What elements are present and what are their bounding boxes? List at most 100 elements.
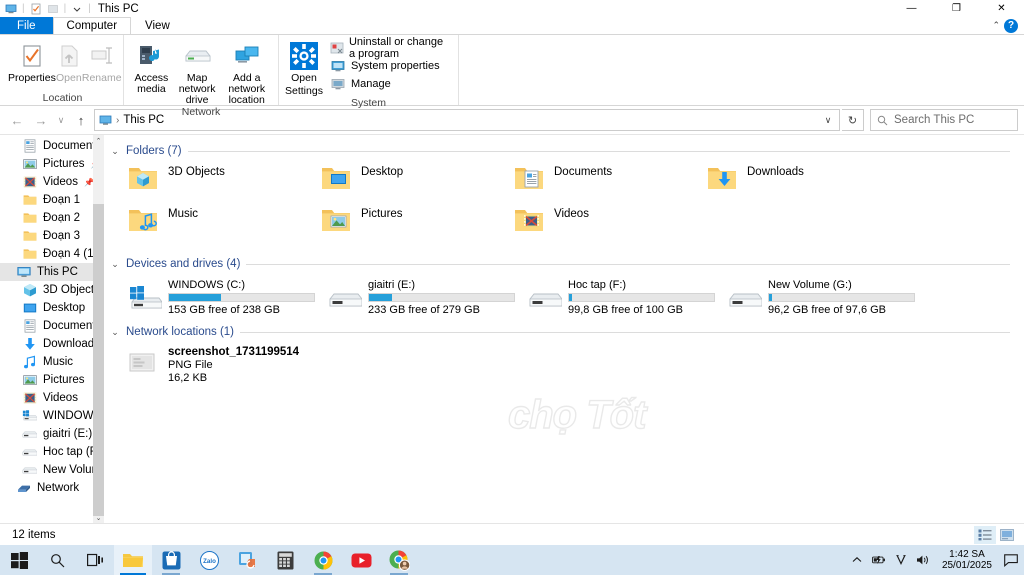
- network-location-item[interactable]: screenshot_1731199514 PNG File 16,2 KB: [128, 346, 388, 384]
- show-hidden-icons-button[interactable]: [850, 556, 864, 564]
- folder-tile[interactable]: 3D Objects: [128, 165, 321, 207]
- sidebar-item-o-n-2[interactable]: Đoạn 2: [0, 209, 104, 227]
- refresh-button[interactable]: ↻: [842, 109, 864, 131]
- action-center-icon[interactable]: [1004, 553, 1018, 567]
- sidebar-item-pictures[interactable]: Pictures: [0, 371, 104, 389]
- sidebar-item-desktop[interactable]: Desktop: [0, 299, 104, 317]
- volume-icon[interactable]: [916, 554, 930, 566]
- calculator-button[interactable]: [266, 545, 304, 575]
- properties-icon[interactable]: [29, 2, 43, 16]
- breadcrumb-separator: ›: [116, 114, 120, 126]
- sidebar-item-music[interactable]: Music: [0, 353, 104, 371]
- sidebar-item-downloads[interactable]: Downloads: [0, 335, 104, 353]
- open-settings-button[interactable]: Open Settings: [285, 39, 323, 97]
- group-header-network-locations[interactable]: ⌄ Network locations (1): [104, 322, 1024, 342]
- scrollbar-track[interactable]: [93, 146, 104, 516]
- drive-name: New Volume (G:): [768, 279, 852, 291]
- group-rule: [246, 263, 1010, 265]
- search-input[interactable]: Search This PC: [894, 114, 974, 126]
- drive-tile[interactable]: WINDOWS (C:) 153 GB free of 238 GB: [128, 278, 328, 320]
- ribbon-group-system-title: System: [350, 97, 386, 109]
- group-header-devices[interactable]: ⌄ Devices and drives (4): [104, 254, 1024, 274]
- folder-tile[interactable]: Music: [128, 207, 321, 249]
- help-icon[interactable]: ?: [1004, 18, 1018, 33]
- new-folder-icon[interactable]: [46, 2, 60, 16]
- sidebar-item-this-pc[interactable]: This PC: [0, 263, 104, 281]
- folder-tile[interactable]: Videos: [514, 207, 707, 249]
- search-box[interactable]: Search This PC: [870, 109, 1018, 131]
- group-header-folders[interactable]: ⌄ Folders (7): [104, 141, 1024, 161]
- chevron-down-icon[interactable]: ⌄: [110, 327, 120, 338]
- microsoft-store-button[interactable]: [152, 545, 190, 575]
- folder-tile[interactable]: Documents: [514, 165, 707, 207]
- qat-separator-2: |: [63, 3, 67, 14]
- customize-dropdown-icon[interactable]: [70, 2, 84, 16]
- system-properties-button[interactable]: System properties: [327, 57, 452, 74]
- start-button[interactable]: [0, 545, 38, 575]
- chevron-down-icon[interactable]: ⌄: [110, 259, 120, 270]
- drive-tile[interactable]: Hoc tap (F:) 99,8 GB free of 100 GB: [528, 278, 728, 320]
- file-explorer-button[interactable]: [114, 545, 152, 575]
- sidebar-item-3d-objects[interactable]: 3D Objects: [0, 281, 104, 299]
- zalo-button[interactable]: Zalo: [190, 545, 228, 575]
- navigation-scrollbar[interactable]: ⌃ ⌄: [93, 135, 104, 523]
- add-network-location-button[interactable]: Add a network location: [221, 39, 272, 106]
- folder-tile[interactable]: Downloads: [707, 165, 900, 207]
- sidebar-item-pictures[interactable]: Pictures📌: [0, 155, 104, 173]
- search-button[interactable]: [38, 545, 76, 575]
- close-button[interactable]: ✕: [979, 0, 1024, 17]
- sidebar-item-o-n-4-1[interactable]: Đoạn 4 (1): [0, 245, 104, 263]
- sidebar-item-new-volume-g[interactable]: New Volume (G:: [0, 461, 104, 479]
- network-location-name: screenshot_1731199514: [168, 346, 300, 358]
- sidebar-item-giaitri-e[interactable]: giaitri (E:): [0, 425, 104, 443]
- folder-tile[interactable]: Pictures: [321, 207, 514, 249]
- large-icons-view-icon[interactable]: [996, 526, 1018, 544]
- map-network-drive-button[interactable]: Map network drive: [173, 39, 222, 106]
- chrome-button[interactable]: [304, 545, 342, 575]
- battery-icon[interactable]: [872, 555, 886, 565]
- folder-music-icon: [128, 207, 160, 239]
- tab-view[interactable]: View: [131, 17, 184, 34]
- sidebar-item-windows-c[interactable]: WINDOWS (C:): [0, 407, 104, 425]
- task-view-button[interactable]: [76, 545, 114, 575]
- scrollbar-thumb[interactable]: [93, 204, 104, 516]
- clock[interactable]: 1:42 SA 25/01/2025: [938, 549, 996, 571]
- drive-tile[interactable]: giaitri (E:) 233 GB free of 279 GB: [328, 278, 528, 320]
- scroll-up-arrow[interactable]: ⌃: [93, 135, 104, 146]
- sidebar-item-documents[interactable]: Documents: [0, 317, 104, 335]
- sidebar-item-hoc-tap-f[interactable]: Hoc tap (F:): [0, 443, 104, 461]
- details-view-icon[interactable]: [974, 525, 996, 544]
- sidebar-item-videos[interactable]: Videos: [0, 389, 104, 407]
- thispc-icon[interactable]: [4, 2, 18, 16]
- drive-tile[interactable]: New Volume (G:) 96,2 GB free of 97,6 GB: [728, 278, 928, 320]
- youtube-button[interactable]: [342, 545, 380, 575]
- chevron-down-icon[interactable]: ⌄: [110, 146, 120, 157]
- back-button[interactable]: ←: [6, 109, 28, 131]
- collapse-ribbon-icon[interactable]: ⌃: [992, 20, 1000, 31]
- tab-computer[interactable]: Computer: [52, 17, 132, 34]
- qat-separator: |: [22, 3, 25, 14]
- recent-locations-button[interactable]: ∨: [54, 109, 68, 131]
- uninstall-program-button[interactable]: Uninstall or change a program: [327, 36, 452, 60]
- up-button[interactable]: ↑: [70, 109, 92, 131]
- access-media-button[interactable]: Access media: [130, 39, 173, 95]
- drive-name: giaitri (E:): [368, 279, 416, 291]
- properties-button[interactable]: Properties: [8, 39, 56, 84]
- minimize-button[interactable]: —: [889, 0, 934, 17]
- drive-usage-bar: [368, 293, 515, 302]
- sidebar-item-documents[interactable]: Documents📌: [0, 137, 104, 155]
- manage-button[interactable]: Manage: [327, 75, 452, 92]
- forward-button[interactable]: →: [30, 109, 52, 131]
- unikey-button[interactable]: [228, 545, 266, 575]
- tab-file[interactable]: File: [0, 17, 53, 34]
- address-dropdown-icon[interactable]: ∨: [819, 115, 837, 126]
- sidebar-item-videos[interactable]: Videos 📌: [0, 173, 104, 191]
- maximize-button[interactable]: ❐: [934, 0, 979, 17]
- folder-tile[interactable]: Desktop: [321, 165, 514, 207]
- chrome-profile-button[interactable]: [380, 545, 418, 575]
- unikey-tray-icon[interactable]: [894, 554, 908, 566]
- sidebar-item-network[interactable]: Network: [0, 479, 104, 497]
- sidebar-item-label: Videos: [43, 176, 78, 188]
- sidebar-item-o-n-1[interactable]: Đoạn 1: [0, 191, 104, 209]
- sidebar-item-o-n-3[interactable]: Đoạn 3: [0, 227, 104, 245]
